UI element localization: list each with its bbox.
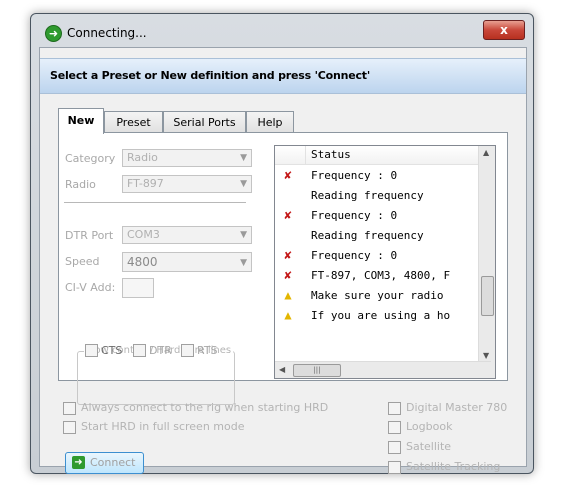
status-row-text: Frequency : 0 xyxy=(311,169,398,182)
category-value: Radio xyxy=(127,151,158,164)
list-item[interactable]: ✘ Frequency : 0 xyxy=(275,205,479,225)
speed-select[interactable]: 4800 ▼ xyxy=(122,252,252,272)
full-screen-label: Start HRD in full screen mode xyxy=(81,420,245,433)
status-row-text: FT-897, COM3, 4800, F xyxy=(311,269,451,282)
window-title: Connecting... xyxy=(67,26,147,40)
category-select[interactable]: Radio ▼ xyxy=(122,149,252,167)
speed-label: Speed xyxy=(65,255,100,268)
horizontal-scroll-thumb[interactable]: ||| xyxy=(293,364,341,377)
radio-value: FT-897 xyxy=(127,177,164,190)
icon-column-header xyxy=(275,146,306,164)
dtr-checkbox[interactable] xyxy=(133,344,146,357)
radio-select[interactable]: FT-897 ▼ xyxy=(122,175,252,193)
connect-arrow-icon: ➜ xyxy=(45,25,62,42)
category-label: Category xyxy=(65,152,116,165)
rts-label: RTS xyxy=(197,344,218,357)
list-item[interactable]: ▲ If you are using a ho xyxy=(275,305,479,325)
chevron-down-icon: ▼ xyxy=(240,230,247,240)
digital-master-checkbox[interactable] xyxy=(388,402,401,415)
scroll-down-icon[interactable]: ▼ xyxy=(483,351,489,360)
satellite-checkbox[interactable] xyxy=(388,441,401,454)
list-item[interactable]: ✘ FT-897, COM3, 4800, F xyxy=(275,265,479,285)
list-item[interactable]: ▲ Make sure your radio xyxy=(275,285,479,305)
flow-control-group: Flow control / Hardware lines xyxy=(77,345,235,405)
status-row-text: Reading frequency xyxy=(311,189,424,202)
vertical-scroll-thumb[interactable] xyxy=(481,276,494,316)
chevron-down-icon: ▼ xyxy=(240,258,247,268)
connect-button-label: Connect xyxy=(90,456,136,469)
port-value: COM3 xyxy=(127,228,160,241)
cts-label: CTS xyxy=(101,344,123,357)
dialog-client-area: Select a Preset or New definition and pr… xyxy=(39,47,527,474)
dialog-window: ➜ Connecting... x Select a Preset or New… xyxy=(30,13,534,474)
status-list[interactable]: Status ✘ Frequency : 0 Reading frequency… xyxy=(274,145,496,379)
scroll-left-icon[interactable]: ◀ xyxy=(279,365,285,374)
instruction-banner: Select a Preset or New definition and pr… xyxy=(40,58,526,94)
speed-value: 4800 xyxy=(127,255,158,269)
status-row-text: If you are using a ho xyxy=(311,309,451,322)
rts-checkbox[interactable] xyxy=(181,344,194,357)
chevron-down-icon: ▼ xyxy=(240,179,247,189)
connect-button[interactable]: ➜ Connect xyxy=(65,452,144,474)
scrollbar-corner xyxy=(479,362,495,378)
connect-arrow-icon: ➜ xyxy=(72,456,85,469)
error-x-icon: ✘ xyxy=(284,268,292,282)
horizontal-scrollbar[interactable]: ◀ ||| ▶ xyxy=(275,361,491,378)
error-x-icon: ✘ xyxy=(284,248,292,262)
digital-master-label: Digital Master 780 xyxy=(406,401,508,414)
satellite-tracking-label: Satellite Tracking xyxy=(406,460,501,473)
tab-serial-ports[interactable]: Serial Ports xyxy=(163,111,246,133)
list-item[interactable]: ✘ Frequency : 0 xyxy=(275,245,479,265)
separator xyxy=(64,202,246,203)
civ-address-input[interactable] xyxy=(122,278,154,298)
cts-checkbox[interactable] xyxy=(85,344,98,357)
status-row-text: Reading frequency xyxy=(311,229,424,242)
satellite-label: Satellite xyxy=(406,440,452,453)
dtr-label: DTR xyxy=(149,344,172,357)
satellite-tracking-checkbox[interactable] xyxy=(388,461,401,474)
radio-label: Radio xyxy=(65,178,96,191)
list-item[interactable]: Reading frequency xyxy=(275,185,479,205)
always-connect-label: Always connect to the rig when starting … xyxy=(81,401,329,414)
close-button[interactable]: x xyxy=(483,20,525,40)
banner-text: Select a Preset or New definition and pr… xyxy=(50,69,371,82)
full-screen-checkbox[interactable] xyxy=(63,421,76,434)
vertical-scrollbar[interactable]: ▲ ▼ xyxy=(478,146,495,362)
title-bar[interactable]: ➜ Connecting... x xyxy=(31,14,533,42)
list-item[interactable]: Reading frequency xyxy=(275,225,479,245)
port-select[interactable]: COM3 ▼ xyxy=(122,226,252,244)
logbook-label: Logbook xyxy=(406,420,453,433)
error-x-icon: ✘ xyxy=(284,208,292,222)
civ-address-label: CI-V Add: xyxy=(65,281,116,294)
warning-icon: ▲ xyxy=(284,308,292,322)
tab-new[interactable]: New xyxy=(58,108,104,134)
scroll-up-icon[interactable]: ▲ xyxy=(483,148,489,157)
status-row-text: Frequency : 0 xyxy=(311,249,398,262)
error-x-icon: ✘ xyxy=(284,168,292,182)
tab-preset[interactable]: Preset xyxy=(104,111,163,133)
list-item[interactable]: ✘ Frequency : 0 xyxy=(275,165,479,185)
chevron-down-icon: ▼ xyxy=(240,153,247,163)
logbook-checkbox[interactable] xyxy=(388,421,401,434)
status-column-header: Status xyxy=(311,148,351,161)
warning-icon: ▲ xyxy=(284,288,292,302)
status-row-text: Make sure your radio xyxy=(311,289,444,302)
status-list-header: Status xyxy=(275,146,479,165)
port-label: DTR Port xyxy=(65,229,114,242)
always-connect-checkbox[interactable] xyxy=(63,402,76,415)
status-row-text: Frequency : 0 xyxy=(311,209,398,222)
tab-help[interactable]: Help xyxy=(246,111,294,133)
